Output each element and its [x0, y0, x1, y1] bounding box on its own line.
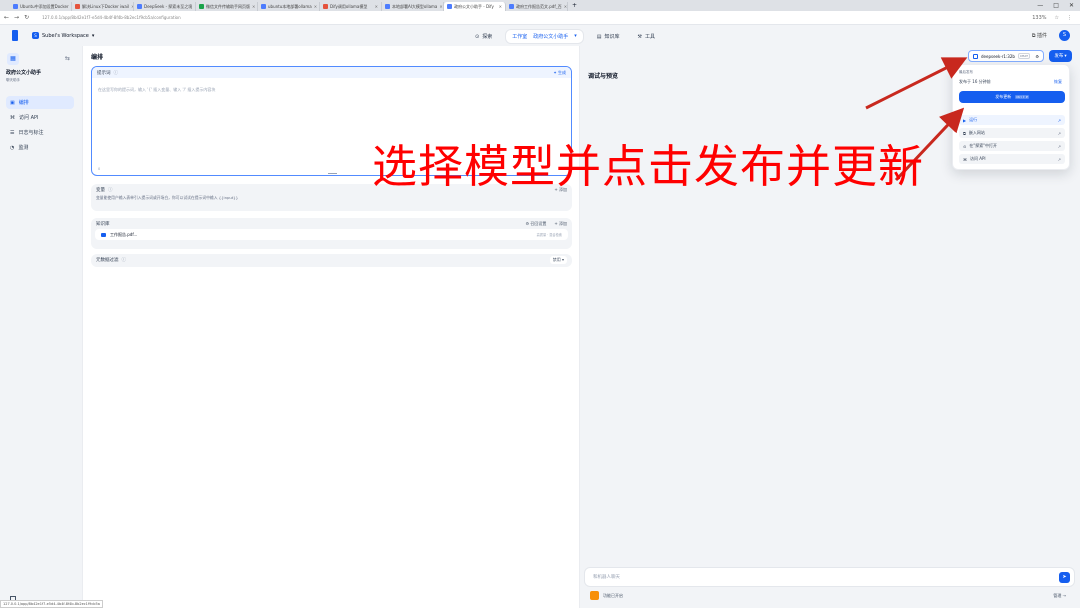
status-bar: 127.0.0.1/app/8b42e1f7-e5d4-4b4f-8f4b-8b… — [0, 600, 103, 608]
annotation-caption: 选择模型并点击发布并更新 — [372, 140, 925, 193]
annotation-arrows — [865, 57, 968, 182]
arrow-to-model — [865, 57, 968, 110]
